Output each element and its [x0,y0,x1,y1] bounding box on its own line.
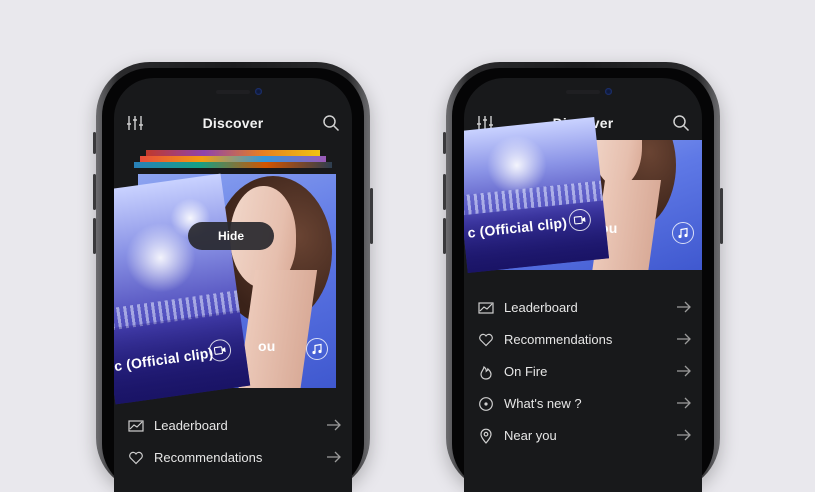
music-note-icon [678,227,688,239]
side-button [443,218,446,254]
front-camera [255,88,262,95]
side-button [443,174,446,210]
hide-button[interactable]: Hide [188,222,274,250]
arrow-right-icon [676,332,692,351]
disc-icon [478,396,494,412]
side-button [720,188,723,244]
menu-item-label: What's new ? [504,396,582,411]
menu-item-label: Leaderboard [154,418,228,433]
menu-item-recommendations[interactable]: Recommendations [464,324,702,356]
side-button [370,188,373,244]
chart-icon [478,300,494,316]
arrow-right-icon [676,428,692,447]
menu-item-near-you[interactable]: Near you [464,420,702,452]
menu-item-recommendations[interactable]: Recommendations [114,442,352,474]
phone-bezel: Discover ou c (Official clip [452,68,714,492]
music-note-icon [312,343,322,355]
page-title: Discover [202,115,264,131]
menu-item-whats-new[interactable]: What's new ? [464,388,702,420]
right-phone: Discover ou c (Official clip [443,62,723,492]
menu-item-label: Recommendations [504,332,613,347]
card-text: ou [258,338,276,354]
side-button [93,174,96,210]
front-camera [605,88,612,95]
menu-item-leaderboard[interactable]: Leaderboard [464,292,702,324]
side-button [93,218,96,254]
speaker [566,90,600,94]
video-camera-icon [573,215,586,225]
search-icon[interactable] [322,114,340,137]
music-button[interactable] [672,222,694,244]
left-phone: Discover ou c (Official clip) Hide Leade… [93,62,373,492]
chart-icon [128,418,144,434]
arrow-right-icon [676,396,692,415]
arrow-right-icon [326,450,342,469]
menu-item-label: Recommendations [154,450,263,465]
menu-item-leaderboard[interactable]: Leaderboard [114,410,352,442]
video-clip-card[interactable]: c (Official clip) [464,116,610,274]
location-pin-icon [478,428,494,444]
arrow-right-icon [676,364,692,383]
menu-item-label: Near you [504,428,557,443]
phone-screen: Discover ou c (Official clip) Hide Leade… [114,78,352,492]
menu-item-label: On Fire [504,364,548,379]
heart-icon [478,332,494,348]
app-header: Discover [114,108,352,140]
side-button [443,132,446,154]
speaker [216,90,250,94]
phone-screen: Discover ou c (Official clip [464,78,702,492]
menu-item-label: Leaderboard [504,300,578,315]
phone-bezel: Discover ou c (Official clip) Hide Leade… [102,68,364,492]
music-button[interactable] [306,338,328,360]
stacked-card-edge [134,162,332,168]
side-button [93,132,96,154]
menu-item-on-fire[interactable]: On Fire [464,356,702,388]
arrow-right-icon [676,300,692,319]
video-camera-icon [213,346,226,355]
search-icon[interactable] [672,114,690,137]
flame-icon [478,364,494,380]
arrow-right-icon [326,418,342,437]
